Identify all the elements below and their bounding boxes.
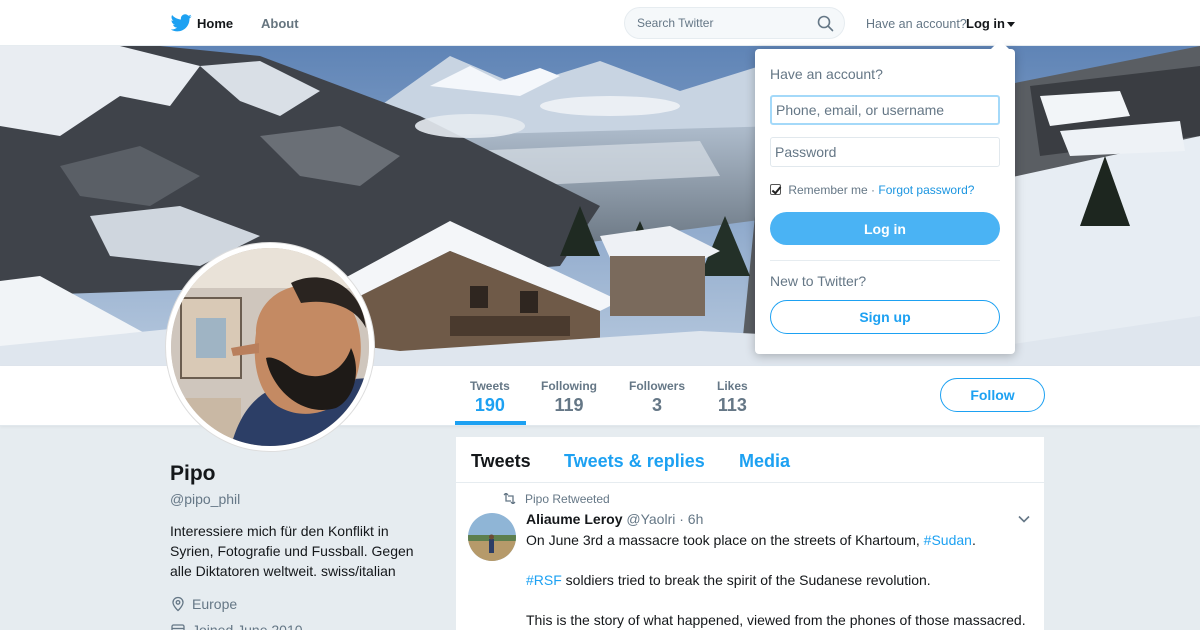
- tweet-text-segment: .: [971, 532, 976, 548]
- profile-bio: Interessiere mich für den Konflikt in Sy…: [170, 523, 414, 579]
- tweet-text-segment: On June 3rd a massacre took place on the…: [526, 532, 924, 548]
- have-account-text: Have an account?: [866, 17, 967, 31]
- stat-value: 3: [652, 395, 663, 415]
- stat-following[interactable]: Following 119: [541, 379, 597, 416]
- search-input[interactable]: [625, 8, 805, 38]
- login-button[interactable]: Log in: [770, 212, 1000, 245]
- stat-label: Following: [541, 379, 597, 393]
- signup-button[interactable]: Sign up: [770, 300, 1000, 334]
- twitter-bird-icon[interactable]: [171, 14, 192, 32]
- tweet-author-avatar-image: [468, 513, 516, 561]
- tweet-text-line: On June 3rd a massacre took place on the…: [526, 530, 1036, 550]
- stat-value: 119: [554, 395, 584, 415]
- profile-location-text: Europe: [192, 596, 238, 612]
- nav-home-link[interactable]: Home: [197, 16, 233, 31]
- top-navigation-bar: Home About Have an account? Log in: [0, 0, 1200, 46]
- timeline: Tweets Tweets & replies Media Pipo Retwe…: [456, 437, 1044, 630]
- retweet-icon: [503, 493, 516, 504]
- search-icon[interactable]: [817, 15, 834, 32]
- tweet-text-line: #RSF soldiers tried to break the spirit …: [526, 570, 1036, 590]
- calendar-icon: [171, 624, 185, 630]
- timeline-tabs: Tweets Tweets & replies Media: [456, 437, 1044, 483]
- tweet-text-line: This is the story of what happened, view…: [526, 610, 1036, 630]
- stat-likes[interactable]: Likes 113: [717, 379, 748, 416]
- stat-value: 190: [474, 395, 505, 415]
- search-box: [624, 7, 845, 39]
- stat-label: Followers: [629, 379, 686, 393]
- new-to-twitter-heading: New to Twitter?: [770, 273, 867, 289]
- username-input[interactable]: [770, 95, 1000, 125]
- profile-name[interactable]: Pipo: [170, 462, 216, 486]
- stat-label: Likes: [717, 379, 748, 393]
- follow-button[interactable]: Follow: [940, 378, 1045, 412]
- tweet-header: Aliaume Leroy @Yaolri · 6h: [526, 511, 703, 527]
- active-stat-underline: [455, 421, 526, 425]
- retweet-context: Pipo Retweeted: [502, 492, 610, 506]
- caret-down-icon: [1007, 22, 1015, 28]
- profile-joined-text: Joined June 2010: [192, 622, 303, 630]
- login-dropdown-toggle[interactable]: Log in: [966, 16, 1015, 31]
- stat-label: Tweets: [470, 379, 510, 393]
- dropdown-divider: [770, 260, 1000, 261]
- stat-value: 113: [717, 395, 747, 415]
- tweet-text-segment: soldiers tried to break the spirit of th…: [561, 572, 931, 588]
- tweet-timestamp[interactable]: · 6h: [679, 511, 703, 527]
- tweet-author-handle[interactable]: @Yaolri: [626, 511, 675, 527]
- profile-joined: Joined June 2010: [170, 622, 303, 630]
- nav-about-link[interactable]: About: [261, 16, 299, 31]
- avatar-portrait-image: [171, 248, 369, 446]
- tab-media[interactable]: Media: [739, 451, 790, 472]
- password-input[interactable]: [770, 137, 1000, 167]
- stat-followers[interactable]: Followers 3: [629, 379, 685, 416]
- hashtag-link[interactable]: #Sudan: [924, 532, 972, 548]
- login-toggle-label: Log in: [966, 16, 1005, 31]
- profile-avatar[interactable]: [166, 243, 374, 451]
- location-pin-icon: [172, 596, 184, 612]
- forgot-password-link[interactable]: Forgot password?: [878, 183, 974, 197]
- profile-handle[interactable]: @pipo_phil: [170, 491, 240, 507]
- tab-tweets-and-replies[interactable]: Tweets & replies: [564, 451, 705, 472]
- tweet-text-segment: This is the story of what happened, view…: [526, 612, 1026, 628]
- stat-tweets[interactable]: Tweets 190: [470, 379, 510, 416]
- hashtag-link[interactable]: #RSF: [526, 572, 562, 588]
- tweet-author-avatar[interactable]: [468, 513, 516, 561]
- tweet-author-name[interactable]: Aliaume Leroy: [526, 511, 622, 527]
- separator-dot: ·: [871, 183, 876, 197]
- profile-location: Europe: [170, 596, 237, 612]
- login-dropdown-heading: Have an account?: [770, 66, 883, 82]
- login-dropdown: Have an account? Remember me · Forgot pa…: [755, 40, 1015, 354]
- retweet-context-text[interactable]: Pipo Retweeted: [525, 492, 610, 506]
- tab-tweets[interactable]: Tweets: [471, 451, 531, 472]
- chevron-down-icon[interactable]: [1018, 515, 1030, 523]
- remember-me-row: Remember me · Forgot password?: [770, 183, 974, 197]
- remember-me-checkbox[interactable]: [770, 184, 781, 195]
- remember-me-label[interactable]: Remember me: [788, 183, 867, 197]
